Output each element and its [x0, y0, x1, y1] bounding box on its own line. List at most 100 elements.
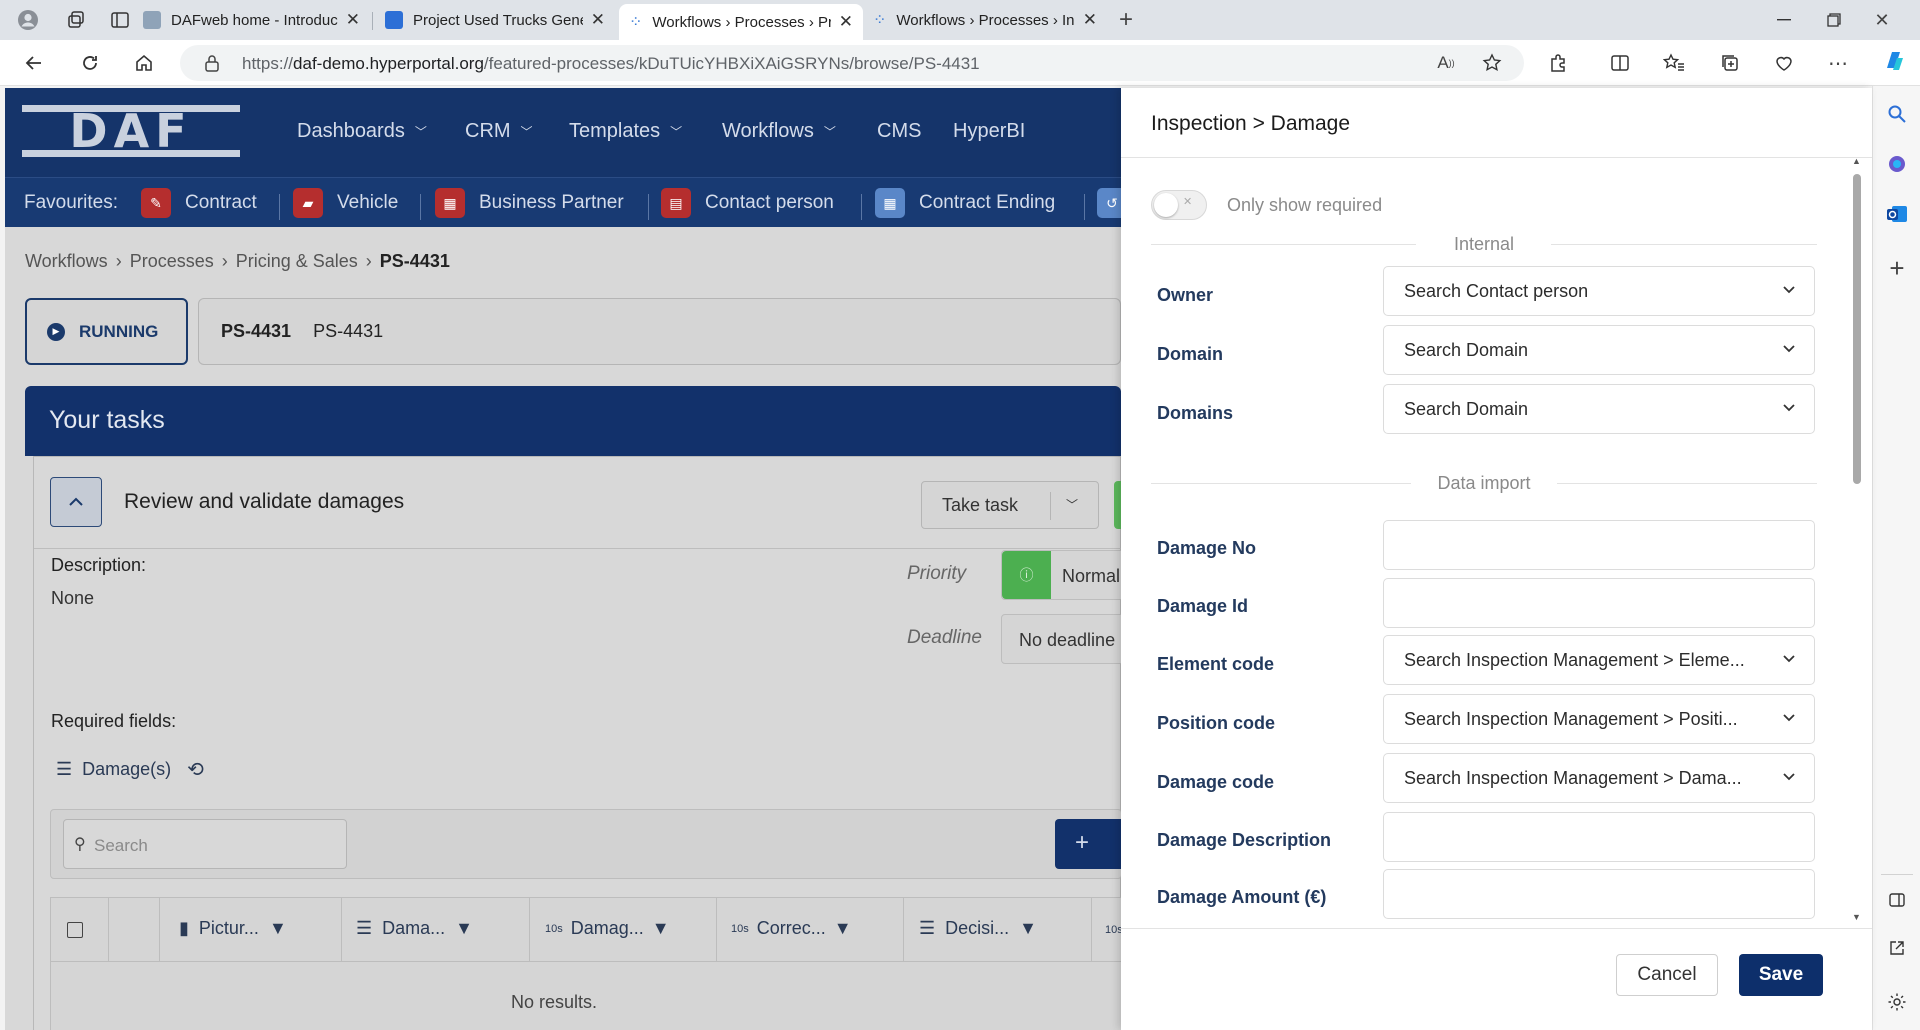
more-options-icon[interactable]: ⋯: [1824, 49, 1852, 77]
filter-icon[interactable]: ▼: [834, 918, 852, 939]
refresh-icon[interactable]: [76, 49, 104, 77]
position-code-select[interactable]: Search Inspection Management > Positi...: [1383, 694, 1815, 744]
favorites-icon[interactable]: [1660, 49, 1688, 77]
fav-contract[interactable]: ✎ Contract: [141, 187, 257, 219]
damage-description-input[interactable]: [1383, 812, 1815, 862]
toggle-label: Only show required: [1227, 195, 1383, 215]
drawer-footer: Cancel Save: [1121, 928, 1872, 1030]
close-tab-icon[interactable]: ✕: [346, 10, 360, 30]
close-tab-icon[interactable]: ✕: [591, 10, 605, 30]
new-tab-icon[interactable]: +: [1112, 6, 1140, 34]
add-button[interactable]: +: [1055, 819, 1121, 869]
filter-icon[interactable]: ▼: [269, 918, 287, 939]
minimize-icon[interactable]: [1770, 6, 1798, 34]
split-screen-icon[interactable]: [1606, 49, 1634, 77]
read-aloud-icon[interactable]: A)): [1432, 49, 1460, 77]
hide-sidebar-icon[interactable]: [1883, 886, 1911, 914]
fav-more[interactable]: ↺: [1097, 187, 1121, 219]
daf-logo[interactable]: DAF: [22, 105, 240, 157]
take-task-button[interactable]: Take task ﹀: [921, 481, 1099, 529]
owner-select[interactable]: Search Contact person: [1383, 266, 1815, 316]
maximize-icon[interactable]: [1820, 6, 1848, 34]
fav-vehicle[interactable]: ▰ Vehicle: [293, 187, 398, 219]
tab-title: Project Used Trucks General Tean: [413, 11, 583, 29]
close-window-icon[interactable]: ✕: [1868, 6, 1896, 34]
column-header[interactable]: ▮ Pictur... ▼: [179, 918, 287, 939]
filter-icon[interactable]: ▼: [455, 918, 473, 939]
back-icon[interactable]: [20, 49, 48, 77]
tab-actions-icon[interactable]: [106, 6, 134, 34]
browser-tab[interactable]: ⁘ Workflows › Processes › Inspectic ✕: [863, 4, 1107, 36]
element-code-select[interactable]: Search Inspection Management > Eleme...: [1383, 635, 1815, 685]
column-header[interactable]: 10s Correc... ▼: [731, 918, 852, 939]
browser-essentials-icon[interactable]: [1770, 49, 1798, 77]
browser-tab[interactable]: Project Used Trucks General Tean ✕: [375, 4, 615, 36]
fav-business-partner[interactable]: ▦ Business Partner: [435, 187, 624, 219]
external-link-icon[interactable]: [1883, 934, 1911, 962]
copilot-sidebar-icon[interactable]: [1883, 150, 1911, 178]
nav-dashboards[interactable]: Dashboards ﹀: [297, 120, 427, 143]
drawer-form: ✕ Only show required Internal Owner Sear…: [1121, 158, 1872, 928]
damage-code-select[interactable]: Search Inspection Management > Dama...: [1383, 753, 1815, 803]
nav-crm[interactable]: CRM ﹀: [465, 120, 533, 143]
cancel-button[interactable]: Cancel: [1616, 954, 1718, 996]
required-fields-label: Required fields:: [51, 711, 177, 731]
collections-icon[interactable]: [1716, 49, 1744, 77]
history-icon: ↺: [1097, 188, 1121, 218]
column-header[interactable]: ☰ Dama... ▼: [356, 918, 473, 939]
priority-icon: ⓘ: [1002, 551, 1051, 599]
collapse-button[interactable]: [50, 477, 102, 527]
nav-templates[interactable]: Templates ﹀: [569, 120, 682, 143]
drawer-title: Inspection > Damage: [1151, 112, 1351, 135]
nav-hyperbi[interactable]: HyperBI: [953, 120, 1025, 143]
deadline-field[interactable]: No deadline: [1001, 614, 1121, 664]
damage-no-input[interactable]: [1383, 520, 1815, 570]
breadcrumb-workflows[interactable]: Workflows: [25, 251, 108, 272]
fav-contract-ending[interactable]: ▦ Contract Ending: [875, 187, 1055, 219]
domain-select[interactable]: Search Domain: [1383, 325, 1815, 375]
only-required-toggle[interactable]: ✕: [1151, 190, 1207, 220]
extensions-icon[interactable]: [1544, 49, 1572, 77]
contract-icon: ✎: [141, 188, 171, 218]
copilot-icon[interactable]: [1880, 47, 1908, 75]
domains-select[interactable]: Search Domain: [1383, 384, 1815, 434]
damage-id-input[interactable]: [1383, 578, 1815, 628]
status-running-badge[interactable]: ▶ RUNNING: [25, 298, 188, 365]
outlook-icon[interactable]: [1883, 200, 1911, 228]
nav-workflows[interactable]: Workflows ﹀: [722, 120, 836, 143]
browser-tab-active[interactable]: ⁘ Workflows › Processes › Pricing & ✕: [619, 4, 863, 40]
home-icon[interactable]: [130, 49, 158, 77]
column-header[interactable]: 10s Damag... ▼: [545, 918, 670, 939]
select-all-checkbox[interactable]: [67, 922, 83, 938]
priority-field[interactable]: ⓘ Normal: [1001, 550, 1121, 600]
logo-text: DAF: [69, 105, 192, 157]
workspaces-icon[interactable]: [62, 6, 90, 34]
browser-tab[interactable]: DAFweb home - Introductiepagin ✕: [133, 4, 370, 36]
fav-contact-person[interactable]: ▤ Contact person: [661, 187, 834, 219]
settings-gear-icon[interactable]: [1883, 988, 1911, 1016]
nav-cms[interactable]: CMS: [877, 120, 921, 143]
required-item-damages[interactable]: ☰ Damage(s) ⟲: [56, 757, 204, 782]
url-field[interactable]: https://daf-demo.hyperportal.org/feature…: [180, 45, 1524, 81]
lock-icon[interactable]: [198, 49, 226, 77]
search-icon[interactable]: [1883, 100, 1911, 128]
drawer-scrollbar[interactable]: ▲ ▼: [1851, 156, 1863, 926]
filter-icon[interactable]: ▼: [1019, 918, 1037, 939]
filter-icon[interactable]: ▼: [652, 918, 670, 939]
description-label: Description:: [51, 555, 147, 575]
process-id: PS-4431: [221, 321, 292, 341]
favorite-star-icon[interactable]: [1478, 49, 1506, 77]
save-button[interactable]: Save: [1739, 954, 1823, 996]
close-tab-icon[interactable]: ✕: [839, 12, 853, 32]
history-icon[interactable]: ⟲: [187, 757, 204, 782]
add-sidebar-app-icon[interactable]: +: [1883, 253, 1911, 283]
column-header[interactable]: ☰ Decisi... ▼: [919, 918, 1037, 939]
profile-icon[interactable]: [14, 6, 42, 34]
search-input[interactable]: ⚲ Search: [63, 819, 347, 869]
scroll-down-icon: ▼: [1852, 912, 1861, 922]
damage-amount-input[interactable]: [1383, 869, 1815, 919]
breadcrumb-pricing-sales[interactable]: Pricing & Sales: [236, 251, 358, 272]
breadcrumb-processes[interactable]: Processes: [130, 251, 214, 272]
tab-title: Workflows › Processes › Inspectic: [896, 11, 1075, 29]
close-tab-icon[interactable]: ✕: [1083, 10, 1097, 30]
